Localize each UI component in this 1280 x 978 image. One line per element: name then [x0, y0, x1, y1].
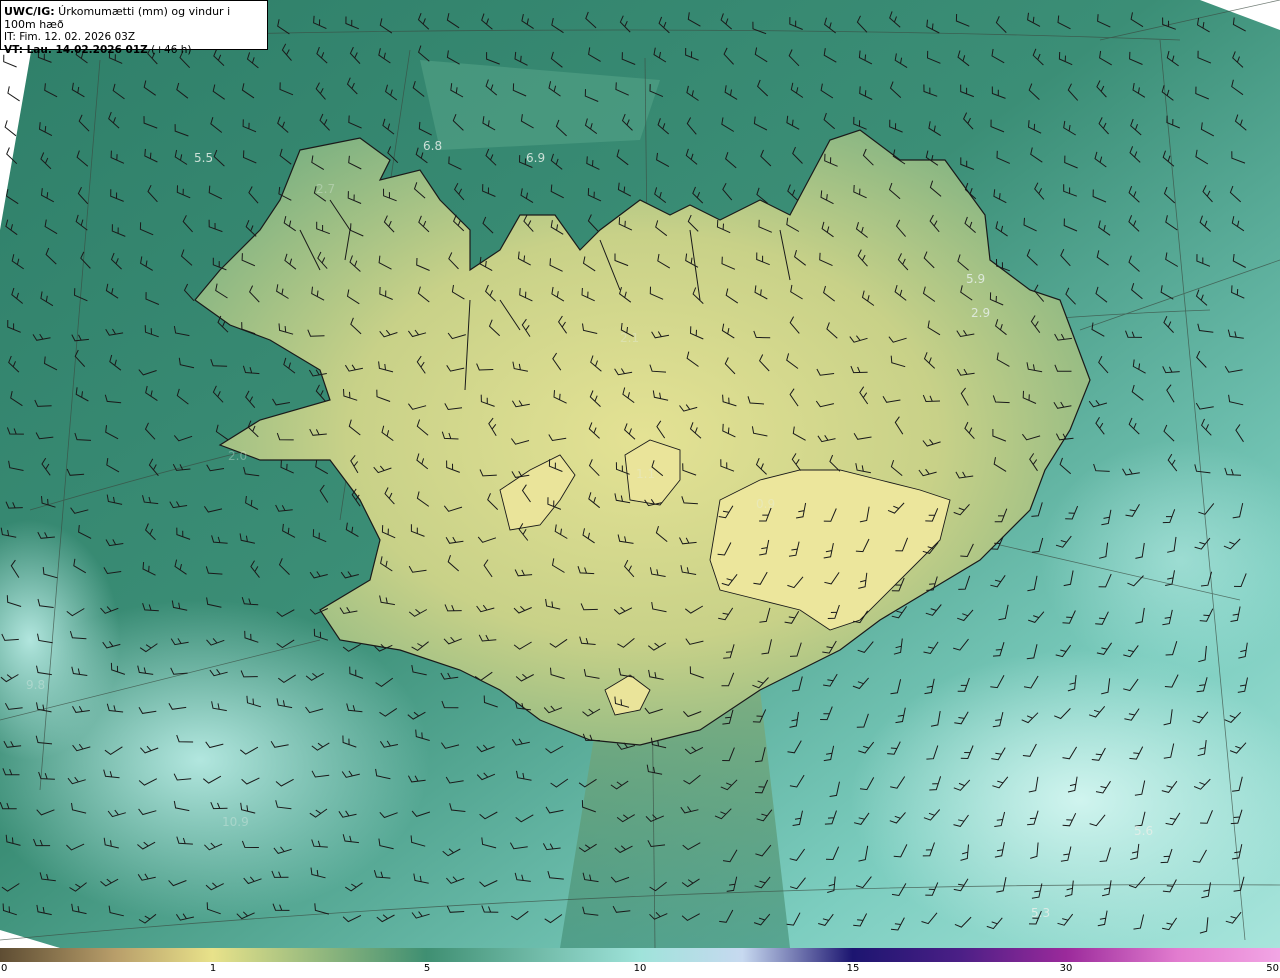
- valid-time: VT: Lau. 14.02.2026 01Z (+46 h): [4, 44, 192, 56]
- value-label: 2.9: [971, 306, 990, 320]
- precipitation-wind-map: 5.5 6.8 6.9 5.9 2.9 2.1 2.7 2.0 1.1 0.9 …: [0, 0, 1280, 948]
- value-label: 1.1: [636, 467, 655, 481]
- scale-tick: 50: [1266, 963, 1279, 974]
- value-label: 6.9: [526, 151, 545, 165]
- value-label: 2.1: [620, 331, 639, 345]
- color-scale-ticks: 0 1 5 10 15 30 50: [0, 962, 1280, 978]
- map-title: UWC/IG: Úrkomumætti (mm) og vindur i 100…: [4, 5, 231, 31]
- value-label: 2.7: [316, 182, 335, 196]
- scale-tick: 5: [423, 963, 431, 974]
- value-label: 9.8: [26, 678, 45, 692]
- value-label: 5.9: [966, 272, 985, 286]
- value-label: 5.3: [1031, 906, 1050, 920]
- init-time: IT: Fim. 12. 02. 2026 03Z: [4, 31, 136, 43]
- scale-tick: 15: [846, 963, 860, 974]
- value-label: 0.9: [756, 497, 775, 511]
- scale-tick: 30: [1059, 963, 1073, 974]
- scale-tick: 1: [209, 963, 217, 974]
- value-label: 2.0: [228, 449, 247, 463]
- scale-tick: 10: [633, 963, 647, 974]
- value-label: 5.6: [1134, 824, 1153, 838]
- map-header: UWC/IG: Úrkomumætti (mm) og vindur i 100…: [0, 0, 268, 56]
- color-scale-bar: [0, 948, 1280, 962]
- value-label: 6.8: [423, 139, 442, 153]
- value-label: 5.5: [194, 151, 213, 165]
- value-label: 10.9: [222, 815, 249, 829]
- scale-tick: 0: [1, 963, 8, 974]
